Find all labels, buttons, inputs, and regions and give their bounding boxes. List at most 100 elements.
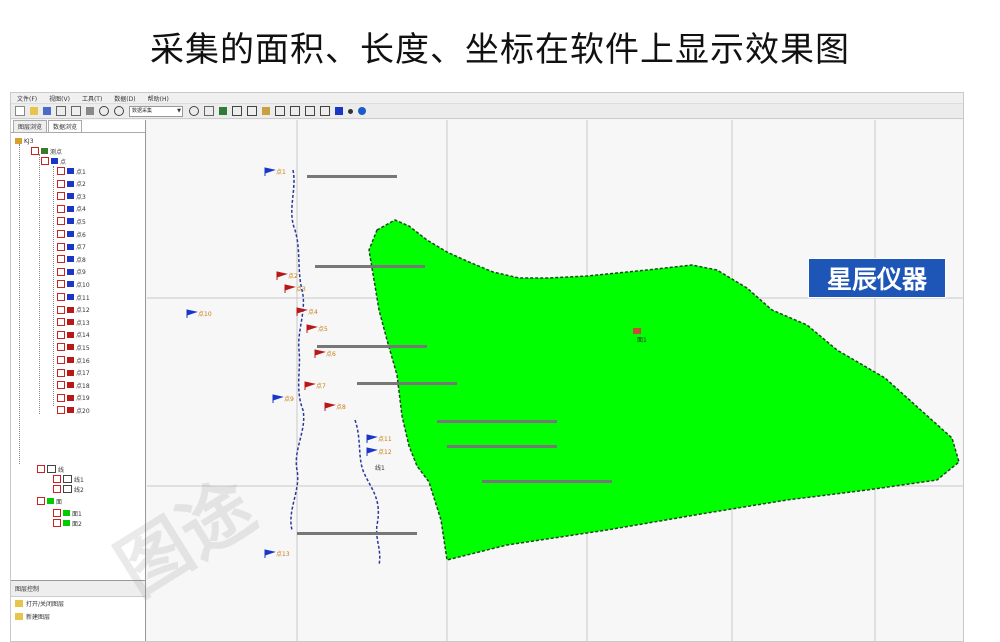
coordinate-text-row xyxy=(447,445,557,448)
pencil-icon[interactable] xyxy=(262,107,270,115)
flag-icon xyxy=(67,256,74,262)
map-point-flag[interactable] xyxy=(285,285,294,293)
app-window: 文件(F) 视图(V) 工具(T) 数据(D) 帮助(H) 数据采集▼ 图层浏览… xyxy=(10,92,964,642)
menu-data[interactable]: 数据(D) xyxy=(114,94,135,103)
save-icon[interactable] xyxy=(43,107,51,115)
map-point-label: 点6 xyxy=(326,350,336,358)
select-icon[interactable] xyxy=(275,106,285,116)
globe-icon[interactable] xyxy=(358,107,366,115)
tree-group-points[interactable]: 测点 xyxy=(31,146,62,156)
tree-line-group[interactable]: 线 xyxy=(37,464,64,474)
new-file-icon[interactable] xyxy=(15,106,25,116)
map-point-label: 点7 xyxy=(316,382,326,390)
map-point-flag[interactable] xyxy=(315,350,324,358)
tree-point-item[interactable]: 点16 xyxy=(57,355,90,365)
tree-point-item[interactable]: 点1 xyxy=(57,166,86,176)
flag-icon xyxy=(67,231,74,237)
layer-icon[interactable] xyxy=(219,107,227,115)
map-point-flag[interactable] xyxy=(265,550,274,558)
layer-new-item[interactable]: 新建图层 xyxy=(11,610,145,623)
tree-subgroup[interactable]: 点 xyxy=(41,156,66,166)
tree-area-item[interactable]: 面1 xyxy=(53,508,82,518)
coordinate-text-row xyxy=(317,345,427,348)
tree-point-item[interactable]: 点18 xyxy=(57,380,90,390)
angle-icon[interactable] xyxy=(305,106,315,116)
tab-data-browse[interactable]: 数据浏览 xyxy=(48,120,82,132)
refresh-icon[interactable] xyxy=(189,106,199,116)
open-folder-icon[interactable] xyxy=(30,107,38,115)
tab-layer-browse[interactable]: 图层浏览 xyxy=(13,120,47,132)
tree-point-item[interactable]: 点11 xyxy=(57,292,90,302)
page-icon[interactable] xyxy=(204,106,214,116)
tree-point-item[interactable]: 点3 xyxy=(57,191,86,201)
zoom-out-icon[interactable] xyxy=(114,106,124,116)
checkbox-icon xyxy=(57,343,65,351)
tree-point-item-label: 点6 xyxy=(76,230,86,239)
layer-toggle-item[interactable]: 打开/关闭图层 xyxy=(11,597,145,610)
tree-point-item[interactable]: 点19 xyxy=(57,393,90,403)
flag-icon xyxy=(67,357,74,363)
flag-icon xyxy=(67,395,74,401)
tree-point-item[interactable]: 点14 xyxy=(57,330,90,340)
tree-point-item-label: 点14 xyxy=(76,330,90,339)
map-point-flag[interactable] xyxy=(187,310,196,318)
checkbox-icon xyxy=(57,217,65,225)
menu-file[interactable]: 文件(F) xyxy=(17,94,37,103)
tree-point-item[interactable]: 点17 xyxy=(57,368,90,378)
map-point-flag[interactable] xyxy=(325,403,334,411)
flag-blue-icon xyxy=(51,158,58,164)
tree-line-item[interactable]: 线2 xyxy=(53,484,84,494)
tree-area-group[interactable]: 面 xyxy=(37,496,62,506)
zoom-in-icon[interactable] xyxy=(99,106,109,116)
tree-point-item[interactable]: 点10 xyxy=(57,279,90,289)
map-point-flag[interactable] xyxy=(297,308,306,316)
flag-icon xyxy=(67,281,74,287)
tree-point-item[interactable]: 点13 xyxy=(57,317,90,327)
layer-toggle-label: 打开/关闭图层 xyxy=(26,599,64,608)
cut-icon[interactable] xyxy=(56,106,66,116)
map-canvas[interactable]: 点1点2点3点4点5点6点7点8点9点10点11点12点13 线1 面1 xyxy=(147,120,963,641)
tree-point-item-label: 点2 xyxy=(76,179,86,188)
table-icon[interactable] xyxy=(247,106,257,116)
print-icon[interactable] xyxy=(86,107,94,115)
tree-point-item[interactable]: 点7 xyxy=(57,242,86,252)
tree-point-item[interactable]: 点9 xyxy=(57,267,86,277)
checkbox-icon xyxy=(57,406,65,414)
checkbox-icon xyxy=(57,280,65,288)
tree-point-item[interactable]: 点15 xyxy=(57,342,90,352)
bullet-icon[interactable] xyxy=(348,109,353,114)
menu-view[interactable]: 视图(V) xyxy=(49,94,70,103)
map-point-flag[interactable] xyxy=(273,395,282,403)
grid-icon[interactable] xyxy=(320,106,330,116)
tree-point-item[interactable]: 点8 xyxy=(57,254,86,264)
checkbox-icon xyxy=(57,243,65,251)
layer-control-panel: 图层控制 打开/关闭图层 新建图层 xyxy=(11,580,145,642)
coordinate-text-row xyxy=(315,265,425,268)
tree-point-item[interactable]: 点4 xyxy=(57,204,86,214)
map-point-flag[interactable] xyxy=(367,435,376,443)
measure-icon[interactable] xyxy=(290,106,300,116)
tree-point-item[interactable]: 点5 xyxy=(57,216,86,226)
map-point-label: 点11 xyxy=(378,435,392,443)
flag-icon[interactable] xyxy=(335,107,343,115)
flag-icon xyxy=(67,332,74,338)
copy-icon[interactable] xyxy=(71,106,81,116)
tree-point-item[interactable]: 点12 xyxy=(57,305,90,315)
tree-root[interactable]: KJ3 xyxy=(15,136,34,146)
node-icon[interactable] xyxy=(232,106,242,116)
menu-tools[interactable]: 工具(T) xyxy=(82,94,102,103)
layer-combo[interactable]: 数据采集▼ xyxy=(129,106,183,117)
tree-point-item[interactable]: 点6 xyxy=(57,229,86,239)
map-point-flag[interactable] xyxy=(277,272,286,280)
map-point-flag[interactable] xyxy=(265,168,274,176)
map-point-flag[interactable] xyxy=(305,382,314,390)
map-point-flag[interactable] xyxy=(307,325,316,333)
line-icon xyxy=(47,465,56,473)
tree-area-item[interactable]: 面2 xyxy=(53,518,82,528)
tree-line-item[interactable]: 线1 xyxy=(53,474,84,484)
map-point-flag[interactable] xyxy=(367,448,376,456)
tree-point-item[interactable]: 点2 xyxy=(57,179,86,189)
checkbox-icon xyxy=(37,465,45,473)
menu-help[interactable]: 帮助(H) xyxy=(148,94,169,103)
tree-point-item[interactable]: 点20 xyxy=(57,405,90,415)
